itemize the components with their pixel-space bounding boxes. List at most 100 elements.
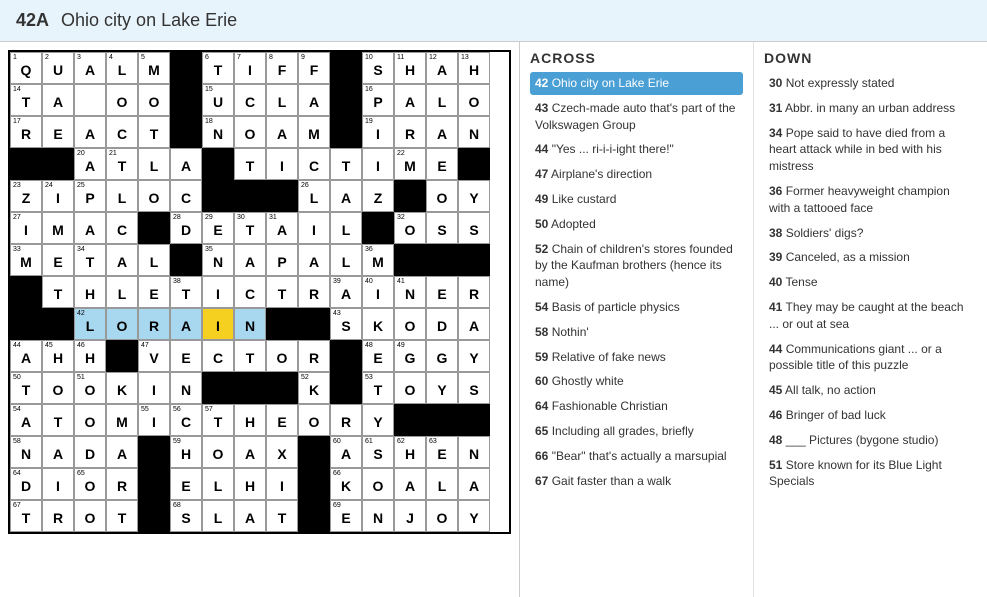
- grid-cell-1-9[interactable]: A: [298, 84, 330, 116]
- grid-cell-11-0[interactable]: 54A: [10, 404, 42, 436]
- grid-cell-4-7[interactable]: [234, 180, 266, 212]
- grid-cell-12-8[interactable]: X: [266, 436, 298, 468]
- grid-cell-12-5[interactable]: 59H: [170, 436, 202, 468]
- clue-item-52[interactable]: 52 Chain of children's stores founded by…: [530, 238, 743, 294]
- grid-cell-1-10[interactable]: [330, 84, 362, 116]
- grid-cell-3-2[interactable]: 20A: [74, 148, 106, 180]
- grid-cell-7-6[interactable]: I: [202, 276, 234, 308]
- grid-cell-6-7[interactable]: A: [234, 244, 266, 276]
- clue-item-67[interactable]: 67 Gait faster than a walk: [530, 470, 743, 493]
- grid-cell-6-10[interactable]: L: [330, 244, 362, 276]
- grid-cell-1-0[interactable]: 14T: [10, 84, 42, 116]
- grid-cell-4-1[interactable]: 24I: [42, 180, 74, 212]
- grid-cell-5-6[interactable]: 29E: [202, 212, 234, 244]
- grid-cell-4-10[interactable]: A: [330, 180, 362, 212]
- grid-cell-5-8[interactable]: 31A: [266, 212, 298, 244]
- grid-cell-11-14[interactable]: [458, 404, 490, 436]
- grid-cell-14-1[interactable]: R: [42, 500, 74, 532]
- grid-cell-5-0[interactable]: 27I: [10, 212, 42, 244]
- grid-cell-10-5[interactable]: N: [170, 372, 202, 404]
- grid-cell-0-9[interactable]: 9F: [298, 52, 330, 84]
- grid-cell-1-8[interactable]: L: [266, 84, 298, 116]
- grid-cell-10-3[interactable]: K: [106, 372, 138, 404]
- grid-cell-11-3[interactable]: M: [106, 404, 138, 436]
- grid-cell-8-10[interactable]: 43S: [330, 308, 362, 340]
- grid-cell-14-4[interactable]: [138, 500, 170, 532]
- clue-item-66[interactable]: 66 "Bear" that's actually a marsupial: [530, 445, 743, 468]
- clue-item-59[interactable]: 59 Relative of fake news: [530, 346, 743, 369]
- grid-cell-13-4[interactable]: [138, 468, 170, 500]
- clue-item-45[interactable]: 45 All talk, no action: [764, 379, 977, 402]
- grid-cell-3-0[interactable]: [10, 148, 42, 180]
- grid-cell-13-6[interactable]: L: [202, 468, 234, 500]
- grid-cell-0-1[interactable]: 2U: [42, 52, 74, 84]
- grid-cell-12-3[interactable]: A: [106, 436, 138, 468]
- grid-cell-3-13[interactable]: E: [426, 148, 458, 180]
- grid-cell-0-7[interactable]: 7I: [234, 52, 266, 84]
- grid-cell-4-5[interactable]: C: [170, 180, 202, 212]
- grid-cell-8-11[interactable]: K: [362, 308, 394, 340]
- clue-item-30[interactable]: 30 Not expressly stated: [764, 72, 977, 95]
- grid-cell-12-6[interactable]: O: [202, 436, 234, 468]
- grid-cell-6-8[interactable]: P: [266, 244, 298, 276]
- grid-cell-5-13[interactable]: S: [426, 212, 458, 244]
- grid-cell-12-4[interactable]: [138, 436, 170, 468]
- grid-cell-10-10[interactable]: [330, 372, 362, 404]
- grid-cell-11-10[interactable]: R: [330, 404, 362, 436]
- grid-cell-1-3[interactable]: O: [106, 84, 138, 116]
- grid-cell-4-11[interactable]: Z: [362, 180, 394, 212]
- grid-cell-0-14[interactable]: 13H: [458, 52, 490, 84]
- grid-cell-8-8[interactable]: [266, 308, 298, 340]
- grid-cell-1-4[interactable]: O: [138, 84, 170, 116]
- grid-cell-7-4[interactable]: E: [138, 276, 170, 308]
- grid-cell-9-1[interactable]: 45H: [42, 340, 74, 372]
- grid-cell-6-4[interactable]: L: [138, 244, 170, 276]
- grid-cell-3-11[interactable]: I: [362, 148, 394, 180]
- grid-cell-13-1[interactable]: I: [42, 468, 74, 500]
- grid-cell-4-12[interactable]: [394, 180, 426, 212]
- grid-cell-12-9[interactable]: [298, 436, 330, 468]
- grid-cell-14-9[interactable]: [298, 500, 330, 532]
- grid-cell-0-11[interactable]: 10S: [362, 52, 394, 84]
- grid-cell-12-12[interactable]: 62H: [394, 436, 426, 468]
- clue-item-49[interactable]: 49 Like custard: [530, 188, 743, 211]
- grid-cell-11-8[interactable]: E: [266, 404, 298, 436]
- grid-cell-14-7[interactable]: A: [234, 500, 266, 532]
- grid-cell-0-5[interactable]: [170, 52, 202, 84]
- grid-cell-4-9[interactable]: 26L: [298, 180, 330, 212]
- grid-cell-3-6[interactable]: [202, 148, 234, 180]
- grid-cell-14-13[interactable]: O: [426, 500, 458, 532]
- grid-cell-2-13[interactable]: A: [426, 116, 458, 148]
- grid-cell-10-11[interactable]: 53T: [362, 372, 394, 404]
- grid-cell-7-5[interactable]: 38T: [170, 276, 202, 308]
- clue-item-41[interactable]: 41 They may be caught at the beach ... o…: [764, 296, 977, 336]
- grid-cell-14-0[interactable]: 67T: [10, 500, 42, 532]
- grid-cell-3-10[interactable]: T: [330, 148, 362, 180]
- clue-item-46[interactable]: 46 Bringer of bad luck: [764, 404, 977, 427]
- grid-cell-8-6[interactable]: I: [202, 308, 234, 340]
- grid-cell-8-0[interactable]: [10, 308, 42, 340]
- grid-cell-7-10[interactable]: 39A: [330, 276, 362, 308]
- clue-item-50[interactable]: 50 Adopted: [530, 213, 743, 236]
- grid-cell-14-11[interactable]: N: [362, 500, 394, 532]
- grid-cell-6-12[interactable]: [394, 244, 426, 276]
- grid-cell-5-12[interactable]: 32O: [394, 212, 426, 244]
- grid-cell-0-8[interactable]: 8F: [266, 52, 298, 84]
- grid-cell-11-5[interactable]: 56C: [170, 404, 202, 436]
- grid-cell-10-0[interactable]: 50T: [10, 372, 42, 404]
- grid-cell-3-3[interactable]: 21T: [106, 148, 138, 180]
- clue-item-65[interactable]: 65 Including all grades, briefly: [530, 420, 743, 443]
- clue-item-64[interactable]: 64 Fashionable Christian: [530, 395, 743, 418]
- grid-cell-4-2[interactable]: 25P: [74, 180, 106, 212]
- grid-cell-8-14[interactable]: A: [458, 308, 490, 340]
- grid-cell-4-8[interactable]: [266, 180, 298, 212]
- clue-item-44[interactable]: 44 "Yes ... ri-i-i-ight there!": [530, 138, 743, 161]
- grid-cell-6-14[interactable]: [458, 244, 490, 276]
- grid-cell-5-10[interactable]: L: [330, 212, 362, 244]
- grid-cell-7-9[interactable]: R: [298, 276, 330, 308]
- grid-cell-14-2[interactable]: O: [74, 500, 106, 532]
- grid-cell-3-14[interactable]: [458, 148, 490, 180]
- clue-item-42[interactable]: 42 Ohio city on Lake Erie: [530, 72, 743, 95]
- clue-item-38[interactable]: 38 Soldiers' digs?: [764, 222, 977, 245]
- grid-cell-7-14[interactable]: R: [458, 276, 490, 308]
